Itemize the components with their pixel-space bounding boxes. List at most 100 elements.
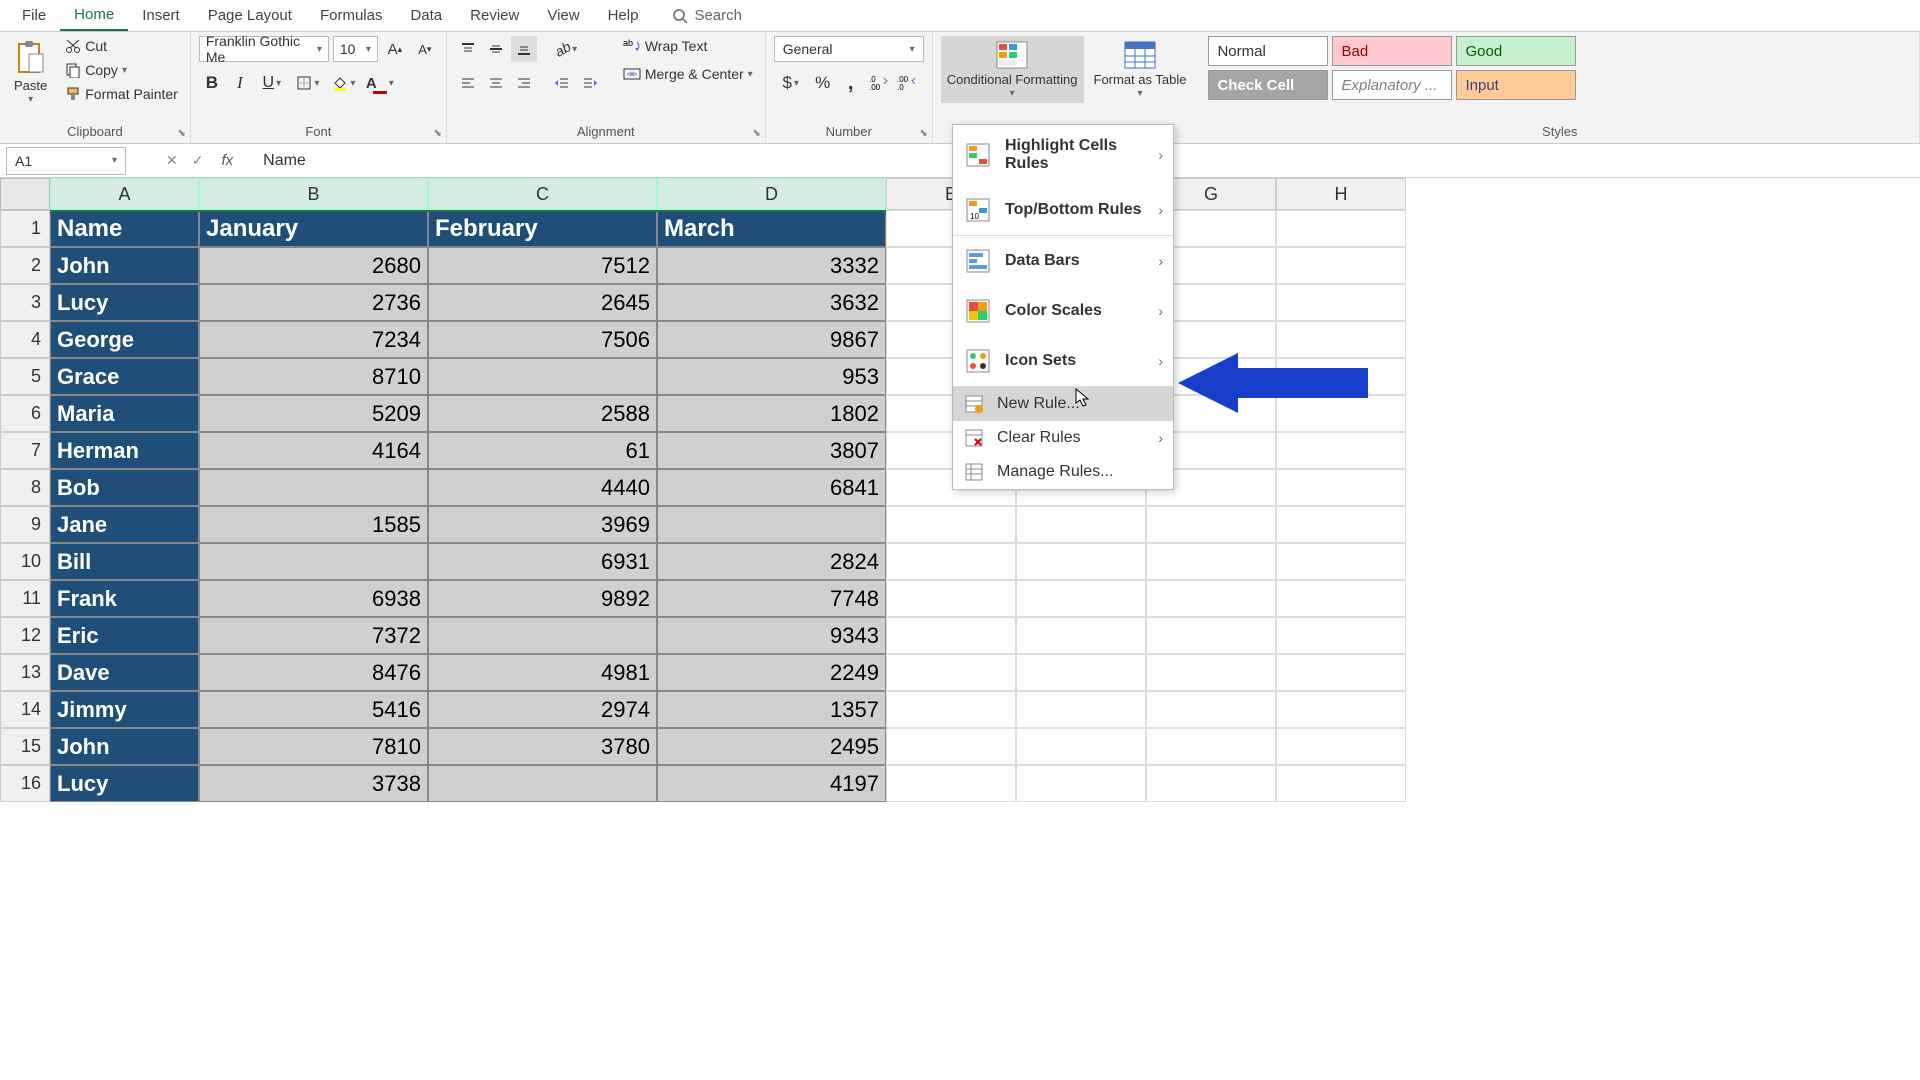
empty-cell[interactable] <box>1016 691 1146 728</box>
row-header[interactable]: 7 <box>0 432 50 469</box>
empty-cell[interactable] <box>886 728 1016 765</box>
align-middle-button[interactable] <box>483 36 509 62</box>
row-header[interactable]: 13 <box>0 654 50 691</box>
align-top-button[interactable] <box>455 36 481 62</box>
empty-cell[interactable] <box>1276 506 1406 543</box>
data-cell[interactable]: 9867 <box>657 321 886 358</box>
data-cell[interactable]: 7810 <box>199 728 428 765</box>
data-cell[interactable]: 6841 <box>657 469 886 506</box>
style-explanatory[interactable]: Explanatory ... <box>1332 70 1452 100</box>
format-painter-button[interactable]: Format Painter <box>61 84 182 104</box>
italic-button[interactable]: I <box>227 70 253 96</box>
data-cell[interactable]: 9343 <box>657 617 886 654</box>
data-cell[interactable]: 4981 <box>428 654 657 691</box>
align-left-button[interactable] <box>455 70 481 96</box>
empty-cell[interactable] <box>1146 506 1276 543</box>
cut-button[interactable]: Cut <box>61 36 182 56</box>
data-cell[interactable]: 4197 <box>657 765 886 802</box>
table-header-cell[interactable]: March <box>657 210 886 247</box>
empty-cell[interactable] <box>1276 654 1406 691</box>
name-cell[interactable]: Eric <box>50 617 199 654</box>
data-cell[interactable] <box>428 358 657 395</box>
name-cell[interactable]: Lucy <box>50 284 199 321</box>
decrease-decimal-button[interactable]: .00.0 <box>894 70 920 96</box>
name-cell[interactable]: George <box>50 321 199 358</box>
data-cell[interactable]: 61 <box>428 432 657 469</box>
number-format-combo[interactable]: General▾ <box>774 36 924 62</box>
data-cell[interactable]: 7748 <box>657 580 886 617</box>
empty-cell[interactable] <box>886 691 1016 728</box>
data-cell[interactable]: 9892 <box>428 580 657 617</box>
empty-cell[interactable] <box>1146 691 1276 728</box>
empty-cell[interactable] <box>1146 580 1276 617</box>
empty-cell[interactable] <box>1276 580 1406 617</box>
increase-indent-button[interactable] <box>577 70 603 96</box>
empty-cell[interactable] <box>886 543 1016 580</box>
style-good[interactable]: Good <box>1456 36 1576 66</box>
data-cell[interactable]: 2588 <box>428 395 657 432</box>
empty-cell[interactable] <box>1276 210 1406 247</box>
empty-cell[interactable] <box>1276 691 1406 728</box>
column-header[interactable]: A <box>50 178 199 210</box>
empty-cell[interactable] <box>1146 617 1276 654</box>
border-button[interactable]: ▾ <box>291 70 325 96</box>
formula-value[interactable]: Name <box>263 152 306 170</box>
name-cell[interactable]: John <box>50 247 199 284</box>
empty-cell[interactable] <box>1276 284 1406 321</box>
name-cell[interactable]: Lucy <box>50 765 199 802</box>
name-cell[interactable]: Bob <box>50 469 199 506</box>
empty-cell[interactable] <box>1016 765 1146 802</box>
data-cell[interactable] <box>199 543 428 580</box>
data-cell[interactable]: 8476 <box>199 654 428 691</box>
tab-review[interactable]: Review <box>456 1 533 30</box>
empty-cell[interactable] <box>886 617 1016 654</box>
font-size-combo[interactable]: 10▾ <box>333 36 378 62</box>
empty-cell[interactable] <box>1276 543 1406 580</box>
dialog-launcher-icon[interactable]: ⬊ <box>433 128 441 139</box>
row-header[interactable]: 1 <box>0 210 50 247</box>
data-cell[interactable]: 1357 <box>657 691 886 728</box>
empty-cell[interactable] <box>1016 728 1146 765</box>
decrease-indent-button[interactable] <box>549 70 575 96</box>
wrap-text-button[interactable]: ab Wrap Text <box>619 36 757 56</box>
tab-home[interactable]: Home <box>60 0 128 31</box>
tab-formulas[interactable]: Formulas <box>306 1 397 30</box>
table-header-cell[interactable]: January <box>199 210 428 247</box>
align-right-button[interactable] <box>511 70 537 96</box>
tab-page-layout[interactable]: Page Layout <box>194 1 306 30</box>
data-cell[interactable]: 4440 <box>428 469 657 506</box>
empty-cell[interactable] <box>886 765 1016 802</box>
empty-cell[interactable] <box>886 654 1016 691</box>
empty-cell[interactable] <box>1016 543 1146 580</box>
tab-view[interactable]: View <box>533 1 593 30</box>
bold-button[interactable]: B <box>199 70 225 96</box>
enter-formula-icon[interactable]: ✓ <box>192 152 204 169</box>
copy-button[interactable]: Copy ▾ <box>61 60 182 80</box>
data-cell[interactable] <box>657 506 886 543</box>
font-color-button[interactable]: A▾ <box>363 70 397 96</box>
data-cell[interactable]: 2495 <box>657 728 886 765</box>
empty-cell[interactable] <box>1016 580 1146 617</box>
empty-cell[interactable] <box>886 506 1016 543</box>
data-cell[interactable]: 5416 <box>199 691 428 728</box>
conditional-formatting-button[interactable]: Conditional Formatting▾ <box>941 36 1084 103</box>
name-cell[interactable]: Frank <box>50 580 199 617</box>
data-cell[interactable]: 2645 <box>428 284 657 321</box>
row-header[interactable]: 4 <box>0 321 50 358</box>
table-header-cell[interactable]: Name <box>50 210 199 247</box>
row-header[interactable]: 6 <box>0 395 50 432</box>
paste-button[interactable]: Paste ▾ <box>8 36 53 109</box>
increase-font-button[interactable]: A▴ <box>382 36 408 62</box>
name-cell[interactable]: Jane <box>50 506 199 543</box>
data-cell[interactable]: 3969 <box>428 506 657 543</box>
name-cell[interactable]: Maria <box>50 395 199 432</box>
data-cell[interactable]: 1585 <box>199 506 428 543</box>
data-cell[interactable]: 3807 <box>657 432 886 469</box>
table-header-cell[interactable]: February <box>428 210 657 247</box>
row-header[interactable]: 11 <box>0 580 50 617</box>
empty-cell[interactable] <box>1276 765 1406 802</box>
font-name-combo[interactable]: Franklin Gothic Me▾ <box>199 36 329 62</box>
empty-cell[interactable] <box>886 580 1016 617</box>
menu-color-scales[interactable]: Color Scales › <box>953 286 1173 336</box>
underline-button[interactable]: U▾ <box>255 70 289 96</box>
